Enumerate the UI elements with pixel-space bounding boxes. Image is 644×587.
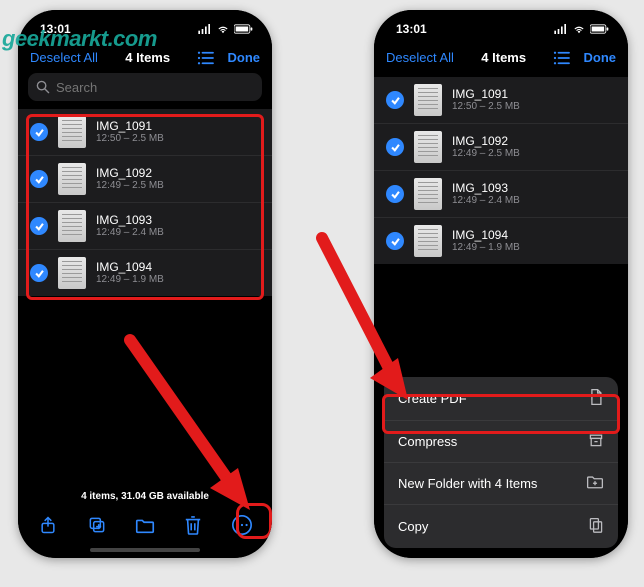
menu-label: Create PDF [398,391,467,406]
status-right [198,24,254,34]
more-icon[interactable] [231,514,253,536]
page-title: 4 Items [125,50,170,65]
share-icon[interactable] [37,514,59,536]
phone-right: 13:01 Deselect All 4 Items Done [374,10,628,558]
file-thumbnail [58,163,86,195]
checkmark-icon[interactable] [386,185,404,203]
file-name: IMG_1091 [96,119,164,133]
copy-icon [588,516,604,537]
menu-label: Copy [398,519,428,534]
folder-plus-icon [586,474,604,493]
footer-summary: 4 items, 31.04 GB available [18,491,272,504]
file-name: IMG_1094 [452,228,520,242]
file-row[interactable]: IMG_1091 12:50 – 2.5 MB [18,109,272,156]
archive-icon [588,432,604,451]
phone-left: 13:01 Deselect All 4 Items Done [18,10,272,558]
notch [85,10,205,32]
file-name: IMG_1093 [452,181,520,195]
navbar: Deselect All 4 Items Done [374,48,628,71]
file-thumbnail [414,84,442,116]
file-thumbnail [58,257,86,289]
checkmark-icon[interactable] [30,123,48,141]
status-right [554,24,610,34]
view-list-icon[interactable] [197,51,215,65]
menu-create-pdf[interactable]: Create PDF [384,377,618,421]
menu-label: Compress [398,434,457,449]
file-row[interactable]: IMG_1093 12:49 – 2.4 MB [18,203,272,250]
context-menu: Create PDF Compress New Folder with 4 It… [384,377,618,548]
file-row[interactable]: IMG_1091 12:50 – 2.5 MB [374,77,628,124]
file-meta: 12:49 – 1.9 MB [452,242,520,254]
file-thumbnail [414,178,442,210]
search-input[interactable] [56,80,254,95]
file-name: IMG_1094 [96,260,164,274]
bottom-toolbar [18,504,272,548]
home-indicator [18,548,272,558]
file-thumbnail [414,131,442,163]
status-time: 13:01 [396,22,427,36]
battery-icon [590,24,610,34]
file-name: IMG_1091 [452,87,520,101]
trash-icon[interactable] [182,514,204,536]
notch [441,10,561,32]
menu-copy[interactable]: Copy [384,505,618,548]
done-button[interactable]: Done [583,50,616,65]
file-meta: 12:49 – 2.4 MB [452,195,520,207]
file-meta: 12:49 – 2.5 MB [96,180,164,192]
file-meta: 12:49 – 2.4 MB [96,227,164,239]
file-list: IMG_1091 12:50 – 2.5 MB IMG_1092 12:49 –… [374,77,628,264]
battery-icon [234,24,254,34]
menu-label: New Folder with 4 Items [398,476,537,491]
status-time: 13:01 [40,22,71,36]
view-list-icon[interactable] [553,51,571,65]
file-meta: 12:49 – 2.5 MB [452,148,520,160]
done-button[interactable]: Done [227,50,260,65]
file-meta: 12:50 – 2.5 MB [452,101,520,113]
file-row[interactable]: IMG_1092 12:49 – 2.5 MB [18,156,272,203]
navbar: Deselect All 4 Items Done [18,48,272,71]
checkmark-icon[interactable] [30,264,48,282]
file-thumbnail [58,210,86,242]
checkmark-icon[interactable] [386,91,404,109]
deselect-all-button[interactable]: Deselect All [30,50,98,65]
file-meta: 12:49 – 1.9 MB [96,274,164,286]
move-folder-icon[interactable] [134,514,156,536]
deselect-all-button[interactable]: Deselect All [386,50,454,65]
checkmark-icon[interactable] [386,138,404,156]
menu-compress[interactable]: Compress [384,421,618,463]
wifi-icon [216,24,230,34]
file-row[interactable]: IMG_1094 12:49 – 1.9 MB [18,250,272,296]
checkmark-icon[interactable] [386,232,404,250]
search-field[interactable] [28,73,262,101]
file-list: IMG_1091 12:50 – 2.5 MB IMG_1092 12:49 –… [18,109,272,296]
file-row[interactable]: IMG_1094 12:49 – 1.9 MB [374,218,628,264]
page-title: 4 Items [481,50,526,65]
duplicate-icon[interactable] [86,514,108,536]
file-name: IMG_1092 [96,166,164,180]
file-thumbnail [414,225,442,257]
file-name: IMG_1093 [96,213,164,227]
file-row[interactable]: IMG_1093 12:49 – 2.4 MB [374,171,628,218]
search-icon [36,80,50,94]
checkmark-icon[interactable] [30,217,48,235]
file-row[interactable]: IMG_1092 12:49 – 2.5 MB [374,124,628,171]
document-icon [588,388,604,409]
menu-new-folder[interactable]: New Folder with 4 Items [384,463,618,505]
file-thumbnail [58,116,86,148]
file-name: IMG_1092 [452,134,520,148]
wifi-icon [572,24,586,34]
checkmark-icon[interactable] [30,170,48,188]
file-meta: 12:50 – 2.5 MB [96,133,164,145]
